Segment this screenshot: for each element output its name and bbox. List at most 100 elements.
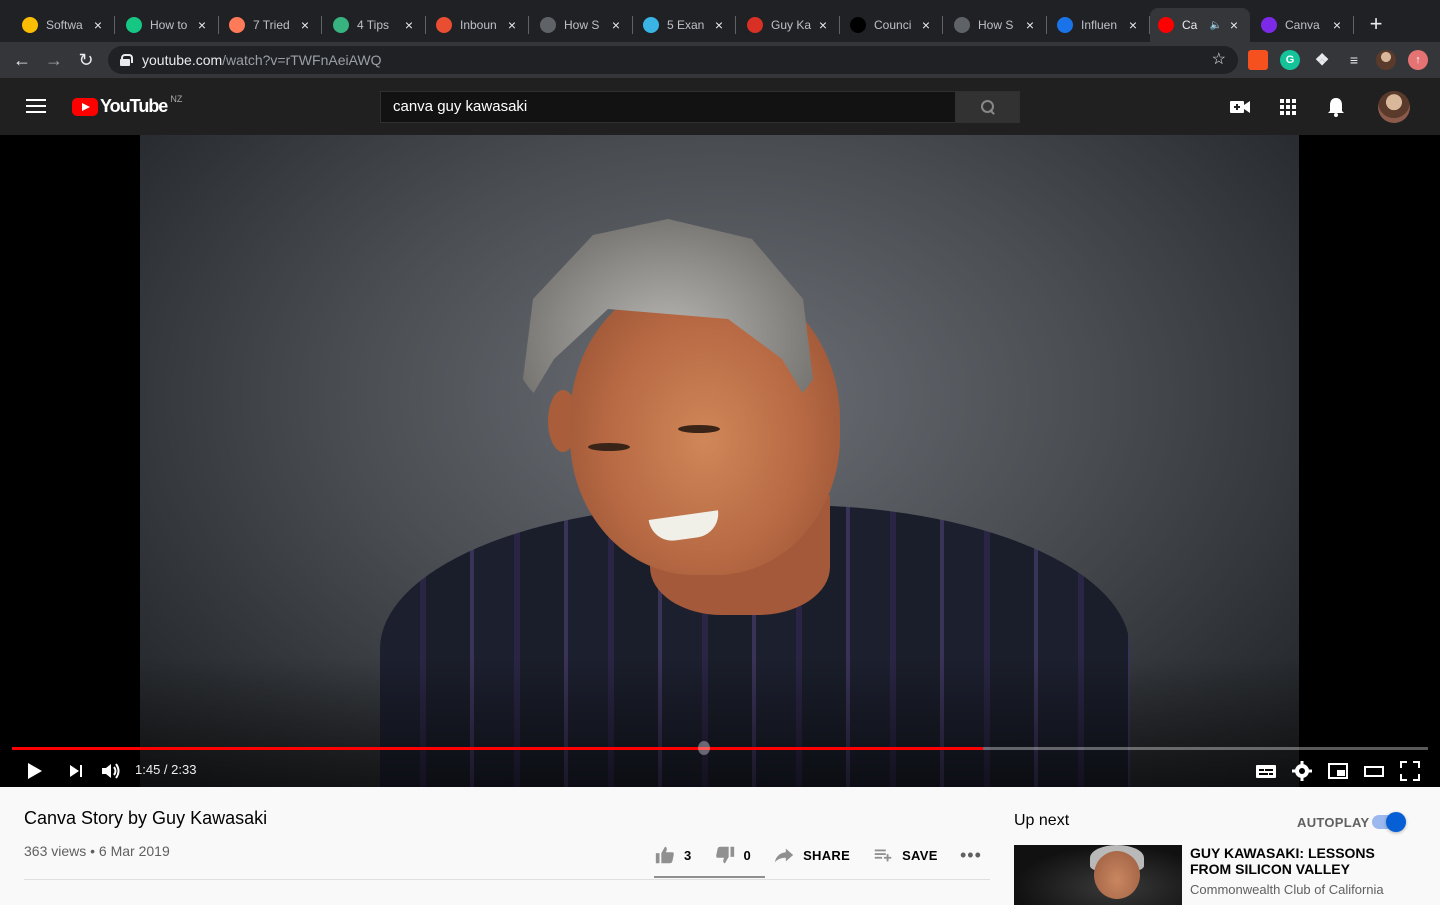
browser-tab[interactable]: 7 Tried × [221,8,322,42]
fullscreen-icon[interactable] [1398,759,1422,783]
forbes-icon [850,17,866,33]
browser-tab[interactable]: Canva × [1253,8,1354,42]
update-icon[interactable]: ↑ [1408,50,1428,70]
browser-tab[interactable]: How to × [118,8,219,42]
recommended-title[interactable]: GUY KAWASAKI: LESSONS FROM SILICON VALLE… [1190,845,1410,877]
apps-grid-icon[interactable] [1276,95,1300,119]
share-button[interactable]: SHARE [773,844,850,866]
grammarly-icon[interactable]: G [1280,50,1300,70]
search-button[interactable] [955,91,1020,123]
back-icon[interactable]: ← [10,48,34,72]
star-badge-icon [1057,17,1073,33]
recommended-thumbnail[interactable] [1014,845,1182,905]
save-button[interactable]: SAVE [872,844,938,866]
close-tab-icon[interactable]: × [608,17,624,33]
close-tab-icon[interactable]: × [1022,17,1038,33]
autoplay-toggle[interactable] [1372,812,1406,832]
url-host: youtube.com [142,52,223,68]
tab-title: 5 Exan [667,18,705,32]
more-actions-icon[interactable]: ••• [960,845,982,866]
close-tab-icon[interactable]: × [918,17,934,33]
close-tab-icon[interactable]: × [297,17,313,33]
playlist-add-icon [874,849,892,862]
close-tab-icon[interactable]: × [1125,17,1141,33]
close-tab-icon[interactable]: × [90,17,106,33]
progress-hover-indicator [698,741,710,755]
extension-shape-icon[interactable] [1248,50,1268,70]
tab-title: How S [564,18,600,32]
tab-separator [114,16,115,34]
like-button[interactable]: 3 [654,844,692,866]
thumbs-up-icon [655,846,674,864]
youtube-logo[interactable]: YouTube NZ [72,93,183,117]
region-code: NZ [170,93,183,104]
forward-icon[interactable]: → [42,48,66,72]
canva-icon [1261,17,1277,33]
leaf-icon [333,17,349,33]
tab-title: 4 Tips [357,18,390,32]
close-tab-icon[interactable]: × [815,17,831,33]
miniplayer-icon[interactable] [1326,759,1350,783]
search-input[interactable]: canva guy kawasaki [380,91,956,123]
close-tab-icon[interactable]: × [401,17,417,33]
media-control-icon[interactable]: ≡ [1344,50,1364,70]
player-controls: 1:45 / 2:33 [0,755,1440,785]
dislike-button[interactable]: 0 [714,844,752,866]
puzzle-icon[interactable]: ❖ [1312,50,1332,70]
next-icon[interactable] [64,759,88,783]
browser-tab[interactable]: Inboun × [428,8,529,42]
notifications-bell-icon[interactable] [1324,95,1348,119]
browser-tab[interactable]: Softwa × [14,8,115,42]
video-title: Canva Story by Guy Kawasaki [24,808,268,828]
create-video-icon[interactable] [1228,95,1252,119]
lock-icon [120,54,133,66]
spiral-icon [643,17,659,33]
play-icon[interactable] [22,759,46,783]
tab-title: Inboun [460,18,497,32]
theater-mode-icon[interactable] [1362,759,1386,783]
bookmark-star-icon[interactable]: ☆ [1212,49,1226,69]
tab-title: Influen [1081,18,1118,32]
browser-tab[interactable]: 4 Tips × [325,8,426,42]
new-tab-icon[interactable]: + [1366,12,1386,36]
browser-tab[interactable]: How S × [946,8,1047,42]
browser-tab[interactable]: How S × [532,8,633,42]
tab-separator [218,16,219,34]
browser-tab[interactable]: Counci × [842,8,943,42]
tab-title: Canva [1285,18,1320,32]
tab-title: 7 Tried [253,18,290,32]
subtitles-icon[interactable] [1254,759,1278,783]
progress-bar[interactable] [12,741,1428,755]
up-next-heading: Up next [1014,812,1070,829]
close-tab-icon[interactable]: × [1329,17,1345,33]
address-bar[interactable]: youtube.com/watch?v=rTWFnAeiAWQ ☆ [108,46,1238,74]
tab-separator [735,16,736,34]
globe-icon [954,17,970,33]
account-avatar[interactable] [1378,91,1410,123]
browser-tab[interactable]: Influen × [1049,8,1150,42]
profile-avatar-icon[interactable] [1376,50,1396,70]
menu-icon[interactable] [26,99,46,115]
close-tab-icon[interactable]: × [504,17,520,33]
browser-tab[interactable]: Ca 🔈 × [1150,8,1250,42]
tab-title: How S [978,18,1014,32]
settings-gear-icon[interactable] [1290,759,1314,783]
like-count: 3 [684,847,692,863]
video-player[interactable]: 1:45 / 2:33 [0,135,1440,787]
volume-icon[interactable] [99,759,123,783]
browser-tab-strip: Softwa × How to × 7 Tried × 4 Tips × Inboun × How … [0,0,1440,48]
tab-title: Softwa [46,18,83,32]
tab-title: Guy Ka [771,18,812,32]
tab-title: How to [150,18,188,32]
speaker-icon[interactable]: 🔈 [1210,20,1222,31]
recommended-channel[interactable]: Commonwealth Club of California [1190,882,1384,897]
browser-tab[interactable]: 5 Exan × [635,8,736,42]
close-tab-icon[interactable]: × [194,17,210,33]
close-tab-icon[interactable]: × [1226,17,1242,33]
close-tab-icon[interactable]: × [711,17,727,33]
reload-icon[interactable]: ↻ [74,48,98,72]
browser-tab[interactable]: Guy Ka × [739,8,840,42]
share-arrow-icon [774,848,794,863]
hubspot-ring-icon [436,17,452,33]
tab-title: Ca [1182,18,1198,32]
